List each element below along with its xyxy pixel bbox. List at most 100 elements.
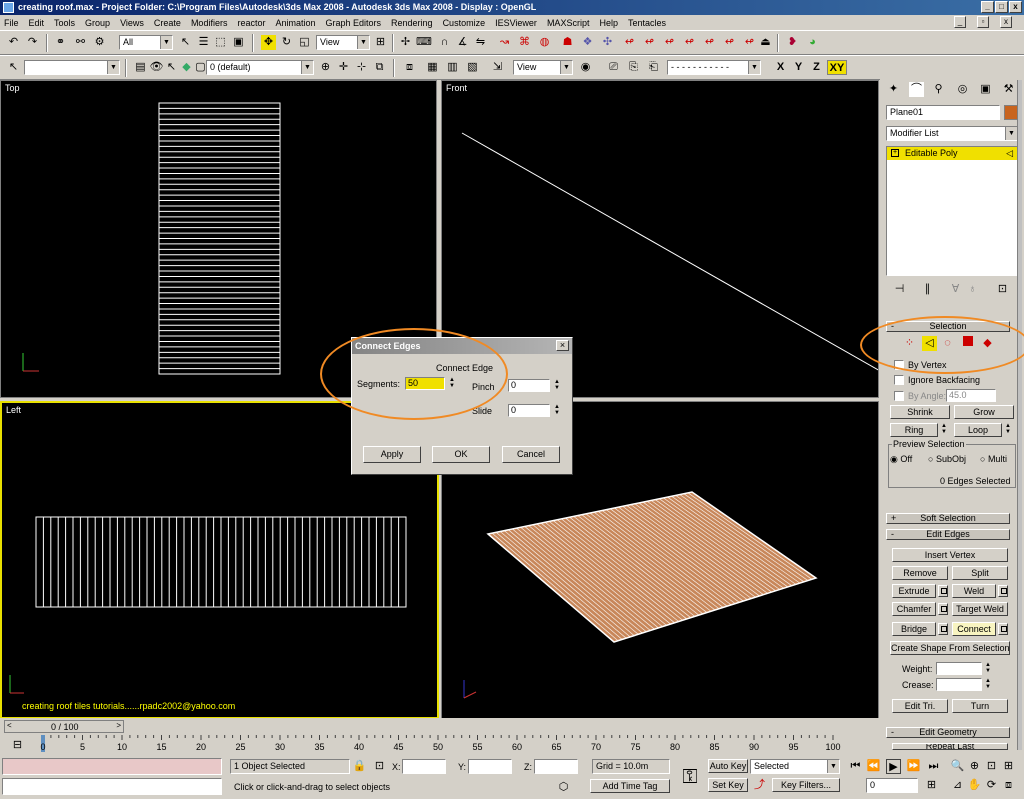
object-color-swatch[interactable] xyxy=(1004,105,1018,120)
z-coord-field[interactable] xyxy=(534,759,578,774)
split-button[interactable]: Split xyxy=(952,566,1008,580)
connect-button[interactable]: Connect xyxy=(952,622,996,636)
select-icon[interactable]: ↖ xyxy=(178,35,193,50)
set-current-layer-icon[interactable]: ⧉ xyxy=(372,60,387,75)
shrink-button[interactable]: Shrink xyxy=(890,405,950,419)
zoom-all-icon[interactable]: ⊕ xyxy=(967,759,982,774)
rotate-icon[interactable]: ↻ xyxy=(279,35,294,50)
preview-subobj-radio[interactable]: ○ SubObj xyxy=(928,454,966,464)
key-filters-button[interactable]: Key Filters... xyxy=(772,778,840,792)
tool-d-icon[interactable]: ↫ xyxy=(682,35,697,50)
maximize-button[interactable]: □ xyxy=(995,1,1008,13)
crease-field[interactable] xyxy=(936,678,982,691)
pivot-icon[interactable]: ⊞ xyxy=(373,35,388,50)
time-config-icon[interactable]: ⊞ xyxy=(924,778,939,793)
remove-modifier-icon[interactable]: ♁ xyxy=(965,282,980,297)
display-tab-icon[interactable]: ▣ xyxy=(978,82,993,97)
select-layer-icon[interactable]: ⊹ xyxy=(354,60,369,75)
material-editor-icon[interactable]: ◍ xyxy=(537,35,552,50)
configure-sets-icon[interactable]: ⊡ xyxy=(995,282,1010,297)
repeat-last-button[interactable]: Repeat Last xyxy=(892,743,1008,750)
stack-item-editable-poly[interactable]: + Editable Poly ◁ xyxy=(887,147,1017,160)
doc-minimize-button[interactable]: _ xyxy=(954,16,966,28)
target-weld-button[interactable]: Target Weld xyxy=(952,602,1008,616)
make-unique-icon[interactable]: ∀ xyxy=(948,282,963,297)
unlink-icon[interactable]: ⚯ xyxy=(73,35,88,50)
menu-iesviewer[interactable]: IESViewer xyxy=(495,18,537,28)
axis-x-button[interactable]: X xyxy=(773,60,788,75)
dope-icon[interactable]: ▧ xyxy=(465,60,480,75)
render-frame-icon[interactable]: ❖ xyxy=(580,35,595,50)
x-coord-field[interactable] xyxy=(402,759,446,774)
menu-edit[interactable]: Edit xyxy=(29,18,45,28)
slide-spinner[interactable]: ▲ ▼ xyxy=(553,404,561,417)
menu-tentacles[interactable]: Tentacles xyxy=(628,18,666,28)
manipulate-icon[interactable]: ✢ xyxy=(398,35,413,50)
by-angle-field[interactable]: 45.0 xyxy=(946,389,996,402)
orbit-icon[interactable]: ⟳ xyxy=(984,778,999,793)
menu-customize[interactable]: Customize xyxy=(443,18,486,28)
pin-stack-icon[interactable]: ⊣ xyxy=(892,282,907,297)
go-to-end-icon[interactable]: ⏭ xyxy=(926,759,941,774)
pinch-spinner[interactable]: ▲ ▼ xyxy=(553,379,561,392)
bind-spacewarp-icon[interactable]: ⚙ xyxy=(92,35,107,50)
freeze-icon[interactable]: ↖ xyxy=(164,60,179,75)
add-to-layer-icon[interactable]: ⊕ xyxy=(318,60,333,75)
insert-vertex-button[interactable]: Insert Vertex xyxy=(892,548,1008,562)
stack-icon[interactable]: ⧈ xyxy=(402,60,417,75)
key-mode-dropdown[interactable]: Selected ▼ xyxy=(750,759,840,774)
weld-button[interactable]: Weld xyxy=(952,584,996,598)
paste-icon[interactable]: ⎗ xyxy=(646,60,661,75)
fov-icon[interactable]: ⊿ xyxy=(950,778,965,793)
weight-spinner[interactable]: ▲ ▼ xyxy=(984,662,992,675)
new-layer-icon[interactable]: ✛ xyxy=(336,60,351,75)
grow-button[interactable]: Grow xyxy=(954,405,1014,419)
remove-button[interactable]: Remove xyxy=(892,566,948,580)
window-crossing-icon[interactable]: ▣ xyxy=(231,35,246,50)
ok-button[interactable]: OK xyxy=(432,446,490,463)
close-button[interactable]: x xyxy=(1009,1,1022,13)
doc-restore-button[interactable]: ▫ xyxy=(977,16,989,28)
menu-modifiers[interactable]: Modifiers xyxy=(191,18,228,28)
crease-spinner[interactable]: ▲ ▼ xyxy=(984,678,992,691)
connect-settings-button[interactable] xyxy=(998,623,1008,635)
keyboard-shortcut-icon[interactable]: ⌨ xyxy=(416,35,432,50)
selection-filter-dropdown[interactable]: All ▼ xyxy=(119,35,173,50)
play-icon[interactable]: ▶ xyxy=(886,759,901,774)
auto-key-button[interactable]: Auto Key xyxy=(708,759,748,773)
set-key-button[interactable]: Set Key xyxy=(708,778,748,792)
menu-tools[interactable]: Tools xyxy=(54,18,75,28)
modify-tab-icon[interactable]: ⌒ xyxy=(909,82,924,97)
cancel-button[interactable]: Cancel xyxy=(502,446,560,463)
ring-spinner[interactable]: ▲ ▼ xyxy=(940,423,948,436)
doc-close-button[interactable]: x xyxy=(1000,16,1012,28)
menu-graph-editors[interactable]: Graph Editors xyxy=(326,18,382,28)
layer-manager-icon[interactable]: ▤ xyxy=(133,60,148,75)
snapshot-icon[interactable]: ⎚ xyxy=(606,60,621,75)
preview-off-radio[interactable]: ◉ Off xyxy=(890,454,912,465)
pan-icon[interactable]: ✋ xyxy=(967,778,982,793)
create-shape-button[interactable]: Create Shape From Selection xyxy=(890,641,1010,655)
soft-selection-rollout-header[interactable]: + Soft Selection xyxy=(886,513,1010,524)
menu-file[interactable]: File xyxy=(4,18,19,28)
scale-icon[interactable]: ◱ xyxy=(297,35,312,50)
pinch-field[interactable]: 0 xyxy=(508,379,550,392)
named-selection-dropdown[interactable]: ▼ xyxy=(24,60,120,75)
axis-y-button[interactable]: Y xyxy=(791,60,806,75)
redo-icon[interactable]: ↷ xyxy=(25,35,40,50)
menu-rendering[interactable]: Rendering xyxy=(391,18,433,28)
panel-scrollbar[interactable] xyxy=(1017,80,1022,750)
quick-render-icon[interactable]: ✣ xyxy=(600,35,615,50)
menu-reactor[interactable]: reactor xyxy=(237,18,265,28)
current-frame-field[interactable]: 0 xyxy=(866,778,918,793)
weight-field[interactable] xyxy=(936,662,982,675)
go-to-start-icon[interactable]: ⏮ xyxy=(848,759,863,774)
tool-e-icon[interactable]: ↫ xyxy=(702,35,717,50)
default-tangent-icon[interactable]: ⤴ xyxy=(752,778,767,793)
menu-help[interactable]: Help xyxy=(599,18,618,28)
preview-multi-radio[interactable]: ○ Multi xyxy=(980,454,1007,464)
zoom-extents-icon[interactable]: ⊡ xyxy=(984,759,999,774)
y-coord-field[interactable] xyxy=(468,759,512,774)
time-slider[interactable]: < 0 / 100 > xyxy=(4,720,124,733)
apply-button[interactable]: Apply xyxy=(363,446,421,463)
